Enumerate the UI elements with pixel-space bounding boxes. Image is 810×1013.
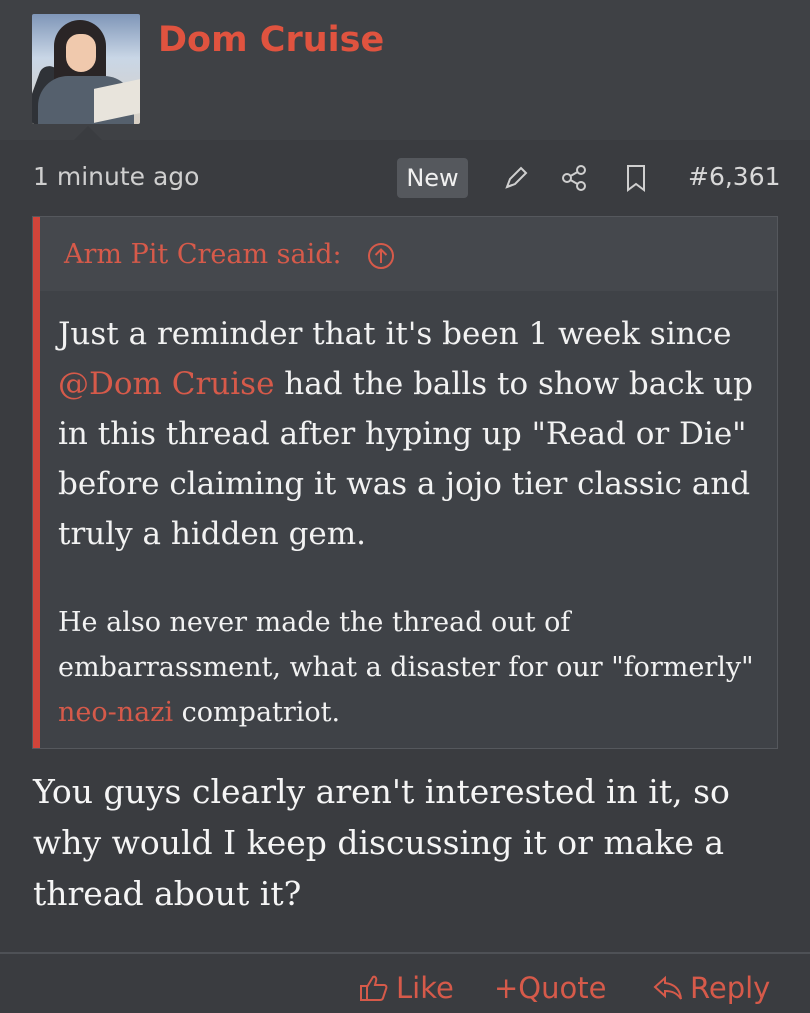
- quote-label: +Quote: [494, 971, 607, 1005]
- post-header: Dom Cruise: [0, 0, 810, 140]
- new-badge: New: [397, 158, 468, 198]
- quote-button[interactable]: +Quote: [494, 966, 606, 1010]
- quote-block: Arm Pit Cream said: Just a reminder that…: [32, 216, 778, 749]
- bookmark-icon[interactable]: [620, 162, 652, 194]
- username-link[interactable]: Dom Cruise: [158, 20, 384, 60]
- post-time[interactable]: 1 minute ago: [33, 162, 199, 191]
- like-button[interactable]: Like: [358, 966, 454, 1010]
- post-body: You guys clearly aren't interested in it…: [33, 772, 730, 913]
- reply-button[interactable]: Reply: [652, 966, 770, 1010]
- quote-text: He also never made the thread out of emb…: [58, 607, 754, 683]
- like-label: Like: [396, 971, 454, 1005]
- quote-text: compatriot.: [173, 697, 341, 728]
- reply-label: Reply: [690, 971, 771, 1005]
- avatar-face: [66, 34, 96, 72]
- quote-bar: [33, 217, 40, 748]
- post-number-link[interactable]: #6,361: [688, 162, 781, 191]
- header-notch: [74, 126, 102, 140]
- quote-text: Just a reminder that it's been 1 week si…: [58, 316, 732, 352]
- quote-paragraph-2: He also never made the thread out of emb…: [58, 600, 768, 735]
- thumbs-up-icon: [360, 975, 388, 1001]
- arrow-up-circle-icon[interactable]: [366, 241, 396, 275]
- reply-arrow-icon: [653, 975, 682, 1000]
- quote-link[interactable]: neo-nazi: [58, 697, 173, 728]
- divider: [0, 952, 810, 954]
- quote-paragraph-1: Just a reminder that it's been 1 week si…: [58, 309, 768, 559]
- mention-link[interactable]: @Dom Cruise: [58, 366, 274, 402]
- quote-author-link[interactable]: Arm Pit Cream said:: [64, 239, 342, 270]
- share-icon[interactable]: [558, 162, 590, 194]
- pen-icon[interactable]: [500, 162, 532, 194]
- quote-header: Arm Pit Cream said:: [40, 217, 777, 291]
- avatar[interactable]: [32, 14, 140, 124]
